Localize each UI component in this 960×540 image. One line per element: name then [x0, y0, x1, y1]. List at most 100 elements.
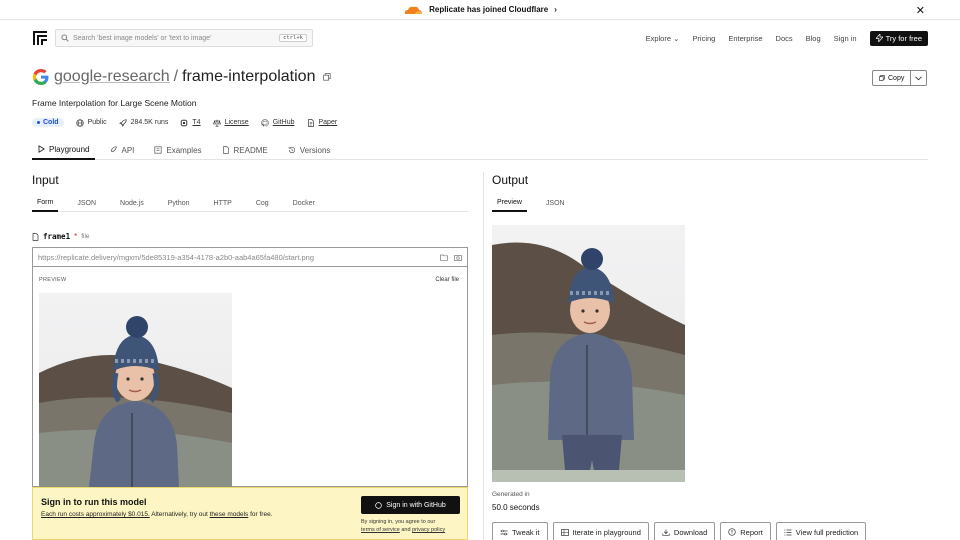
grid-icon: [560, 528, 569, 536]
copy-button[interactable]: Copy: [872, 70, 912, 86]
subtab-docker[interactable]: Docker: [288, 194, 320, 212]
tab-versions[interactable]: Versions: [282, 140, 337, 160]
nav-enterprise[interactable]: Enterprise: [728, 34, 762, 43]
subtab-cog[interactable]: Cog: [251, 194, 274, 212]
nav-sign-in[interactable]: Sign in: [834, 34, 857, 43]
copy-button-group: Copy: [872, 70, 928, 86]
report-button[interactable]: Report: [720, 522, 771, 540]
download-icon: [662, 529, 670, 536]
rocket-icon: [111, 146, 118, 153]
history-icon: [288, 146, 295, 154]
preview-label: PREVIEW: [39, 277, 67, 283]
child-photo-icon: [39, 316, 232, 487]
clear-file-button[interactable]: Clear file: [435, 277, 459, 283]
signin-cost-text: Each run costs approximately $0.015. Alt…: [41, 511, 273, 518]
run-count: 284.5K runs: [118, 118, 168, 127]
privacy-link[interactable]: privacy policy: [412, 527, 445, 533]
announcement-banner[interactable]: Replicate has joined Cloudflare › ✕: [0, 0, 960, 20]
model-owner-link[interactable]: google-research: [54, 68, 170, 86]
terms-link[interactable]: terms of service: [361, 527, 400, 533]
status-badge: Cold: [32, 118, 64, 127]
hardware[interactable]: T4: [180, 118, 201, 127]
signin-agreement: By signing in, you agree to our terms of…: [361, 519, 446, 533]
download-button[interactable]: Download: [653, 522, 716, 540]
tab-playground[interactable]: Playground: [32, 140, 96, 160]
alert-icon: [728, 528, 736, 536]
subtab-nodejs[interactable]: Node.js: [115, 194, 149, 212]
nav-links: Explore ⌄ Pricing Enterprise Docs Blog S…: [646, 30, 928, 46]
file-icon: [32, 232, 39, 241]
copy-icon: [879, 75, 885, 81]
view-full-prediction-button[interactable]: View full prediction: [775, 522, 867, 540]
title-separator: /: [173, 68, 179, 85]
output-actions: Tweak it Iterate in playground Download …: [492, 522, 867, 540]
folder-icon[interactable]: [440, 254, 448, 261]
license-link[interactable]: License: [212, 119, 249, 127]
subtab-python[interactable]: Python: [163, 194, 195, 212]
list-icon: [784, 529, 792, 535]
output-subtabs: Preview JSON: [492, 194, 928, 212]
nav-blog[interactable]: Blog: [806, 34, 821, 43]
output-heading: Output: [492, 173, 529, 187]
input-heading: Input: [32, 173, 59, 187]
nav-docs[interactable]: Docs: [776, 34, 793, 43]
subtab-output-json[interactable]: JSON: [541, 194, 570, 212]
signin-title: Sign in to run this model: [41, 497, 147, 507]
tweak-it-button[interactable]: Tweak it: [492, 522, 548, 540]
copy-icon[interactable]: [323, 73, 332, 81]
tab-examples[interactable]: Examples: [148, 140, 207, 160]
nav-explore[interactable]: Explore ⌄: [646, 34, 680, 43]
generated-label: Generated in: [492, 491, 530, 498]
chevron-down-icon: [915, 75, 923, 80]
these-models-link[interactable]: these models: [210, 511, 249, 518]
banner-text[interactable]: Replicate has joined Cloudflare: [429, 5, 548, 14]
search-shortcut-badge: ctrl+k: [279, 34, 307, 42]
output-image[interactable]: [492, 225, 685, 482]
frame1-field-label: frame1 * file: [32, 232, 90, 241]
chevron-down-icon: ⌄: [673, 33, 680, 43]
model-name: frame-interpolation: [182, 68, 316, 85]
model-meta: Cold Public 284.5K runs T4 License GitHu…: [32, 118, 337, 127]
search-icon: [61, 34, 69, 42]
document-icon: [222, 146, 229, 154]
file-preview: PREVIEW Clear file: [32, 267, 468, 487]
search-input[interactable]: Search 'best image models' or 'text to i…: [55, 29, 313, 47]
subtab-form[interactable]: Form: [32, 194, 59, 212]
close-icon[interactable]: ✕: [916, 4, 925, 17]
sign-in-with-github-button[interactable]: Sign in with GitHub: [361, 496, 460, 514]
panel-divider: [483, 172, 484, 540]
github-link[interactable]: GitHub: [260, 118, 295, 127]
globe-icon: [75, 118, 84, 127]
model-tabs: Playground API Examples README Versions: [32, 140, 928, 160]
status-dot-icon: [37, 121, 40, 124]
model-description: Frame Interpolation for Large Scene Moti…: [32, 98, 197, 108]
subtab-http[interactable]: HTTP: [209, 194, 237, 212]
github-icon: [260, 118, 269, 126]
replicate-logo-icon[interactable]: [32, 30, 48, 46]
model-title: google-research / frame-interpolation: [32, 68, 332, 86]
nav-pricing[interactable]: Pricing: [692, 34, 715, 43]
child-photo-icon: [492, 242, 685, 482]
iterate-in-playground-button[interactable]: Iterate in playground: [552, 522, 649, 540]
subtab-json[interactable]: JSON: [72, 194, 101, 212]
cost-link[interactable]: Each run costs approximately $0.015.: [41, 511, 150, 518]
rocket-icon: [118, 118, 127, 127]
generated-time: 50.0 seconds: [492, 503, 540, 512]
paper-link[interactable]: Paper: [307, 118, 337, 127]
scale-icon: [212, 119, 221, 127]
camera-icon[interactable]: [454, 254, 462, 261]
google-logo-icon: [32, 69, 49, 85]
search-placeholder: Search 'best image models' or 'text to i…: [73, 34, 212, 42]
tab-api[interactable]: API: [103, 140, 140, 160]
github-icon: [375, 501, 382, 509]
cloudflare-logo-icon: [404, 6, 423, 14]
try-for-free-button[interactable]: Try for free: [869, 30, 928, 46]
tab-readme[interactable]: README: [216, 140, 274, 160]
lightning-icon: [875, 34, 883, 42]
sliders-icon: [500, 529, 508, 535]
copy-dropdown-button[interactable]: [911, 70, 928, 86]
subtab-preview[interactable]: Preview: [492, 194, 527, 212]
document-icon: [307, 118, 314, 127]
visibility: Public: [75, 118, 107, 127]
frame1-url-input[interactable]: https://replicate.delivery/mgxm/5de85319…: [32, 247, 468, 267]
